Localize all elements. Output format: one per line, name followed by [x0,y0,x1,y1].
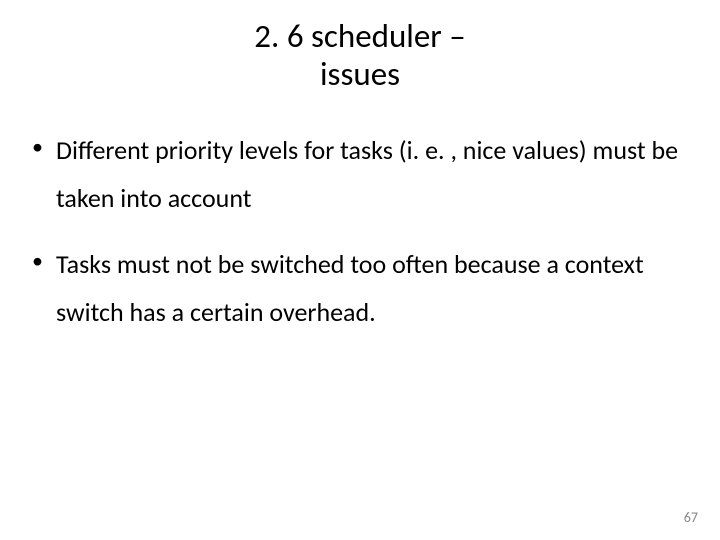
slide-body: Different priority levels for tasks (i. … [0,94,720,336]
slide: 2. 6 scheduler – issues Different priori… [0,0,720,540]
page-number: 67 [684,509,698,526]
bullet-list: Different priority levels for tasks (i. … [28,126,692,336]
title-line-2: issues [0,56,720,94]
title-line-1: 2. 6 scheduler – [0,18,720,56]
slide-title: 2. 6 scheduler – issues [0,0,720,94]
bullet-item: Tasks must not be switched too often bec… [28,240,692,336]
bullet-item: Different priority levels for tasks (i. … [28,126,692,222]
